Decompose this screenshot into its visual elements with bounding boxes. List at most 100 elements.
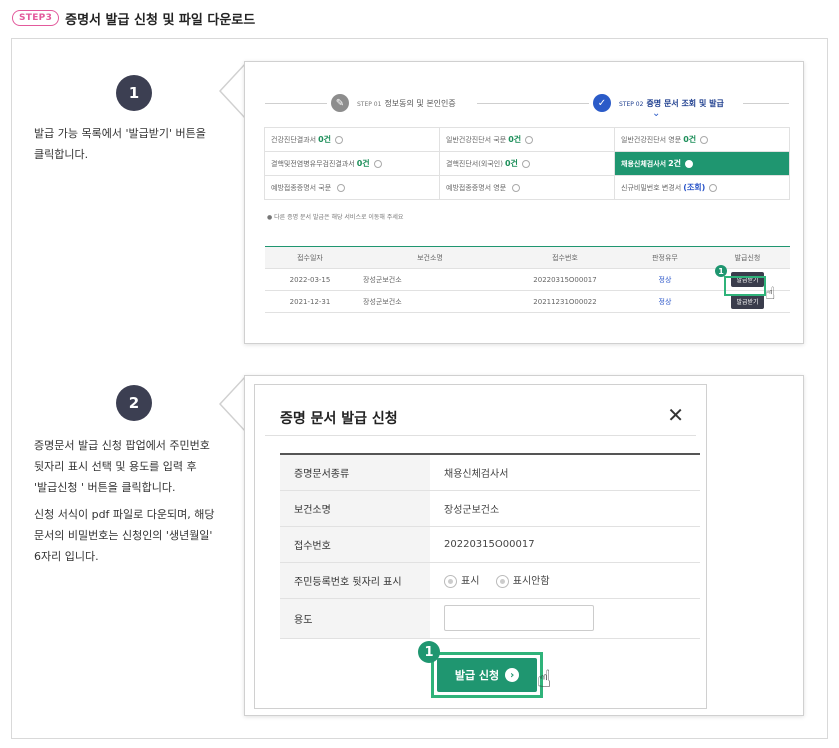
judgment-status: 정상: [625, 290, 705, 313]
certificate-count: (조회): [683, 183, 706, 192]
step-badge: STEP3: [12, 10, 60, 26]
column-header: 판정유무: [625, 246, 705, 269]
certificate-item[interactable]: 신규비밀번호 변경서 (조회): [614, 175, 790, 200]
certificate-count: 0건: [683, 135, 697, 144]
issue-modal-screenshot: 증명 문서 발급 신청 ✕ 증명문서종류 채용신체검사서 보건소명 장성군보건소…: [244, 375, 804, 716]
step2-description-line: 증명문서 발급 신청 팝업에서 주민번호: [34, 439, 210, 452]
receipt-number: 20220315O00017: [505, 268, 625, 291]
radio-hide-label: 표시안함: [512, 576, 550, 588]
progress-line: [265, 103, 327, 104]
rrn-label: 주민등록번호 뒷자리 표시: [280, 562, 430, 598]
column-header: 접수번호: [505, 246, 625, 269]
pointer-hand-icon: ☝: [765, 284, 776, 304]
radio-hide[interactable]: [495, 574, 509, 588]
certificate-name: 결핵및전염병유무검진결과서: [271, 159, 355, 168]
purpose-cell: [430, 598, 700, 638]
column-header: 접수일자: [265, 246, 355, 269]
check-icon: [709, 183, 718, 192]
check-icon: [337, 183, 346, 192]
certificate-name: 건강진단결과서: [271, 135, 317, 144]
certificate-name: 일반건강진단서 국문: [446, 135, 507, 144]
form-row: 보건소명 장성군보건소: [280, 490, 700, 526]
step-01-label: STEP 01 정보동의 및 본인인증: [357, 98, 456, 109]
step-number-2: 2: [116, 385, 152, 421]
callout-badge: 1: [418, 641, 440, 663]
certificate-item-selected[interactable]: 채용신체검사서 2건: [614, 151, 790, 176]
chevron-down-icon: ⌄: [652, 108, 661, 119]
certificate-item[interactable]: 건강진단결과서 0건: [264, 127, 440, 152]
certificate-list-screenshot: ✎ STEP 01 정보동의 및 본인인증 ✓ STEP 02 증명 문서 조회 및…: [244, 61, 804, 344]
step-name: 증명 문서 조회 및 발급: [646, 99, 724, 108]
apply-button-highlight: 발급 신청 ›: [431, 652, 543, 698]
certificate-count: 0건: [318, 135, 332, 144]
step1-description: 발급 가능 목록에서 '발급받기' 버튼을 클릭합니다.: [34, 123, 206, 165]
purpose-label: 용도: [280, 598, 430, 638]
check-icon: [685, 159, 694, 168]
step1-description-line: 발급 가능 목록에서 '발급받기' 버튼을: [34, 127, 206, 140]
info-note: ● 다른 증명 문서 발급은 해당 서비스로 이동해 주세요: [267, 214, 404, 221]
form-row: 접수번호 20220315O00017: [280, 526, 700, 562]
certificate-item[interactable]: 예방접종증명서 영문: [439, 175, 615, 200]
judgment-status: 정상: [625, 268, 705, 291]
purpose-input[interactable]: [444, 605, 594, 631]
guide-container: 1 발급 가능 목록에서 '발급받기' 버튼을 클릭합니다. ✎ STEP 01…: [11, 38, 828, 739]
issue-modal: 증명 문서 발급 신청 ✕ 증명문서종류 채용신체검사서 보건소명 장성군보건소…: [254, 384, 707, 709]
certificate-count: 0건: [508, 135, 522, 144]
certificate-name: 예방접종증명서 국문: [271, 183, 332, 192]
form-row: 주민등록번호 뒷자리 표시 표시 표시안함: [280, 562, 700, 598]
step-02-label: STEP 02 증명 문서 조회 및 발급: [619, 98, 724, 109]
divider: [265, 435, 696, 436]
certificate-count: 2건: [668, 159, 682, 168]
certificate-name: 결핵진단서(외국인): [446, 159, 503, 168]
apply-button[interactable]: 발급 신청 ›: [437, 658, 537, 692]
check-circle-icon: ✓: [593, 94, 611, 112]
download-button[interactable]: 발급받기: [731, 294, 764, 309]
check-icon: [373, 159, 382, 168]
table-header-row: 접수일자 보건소명 접수번호 판정유무 발급신청: [265, 246, 790, 269]
step1-description-line: 클릭합니다.: [34, 148, 89, 161]
callout-pointer: [221, 64, 246, 118]
check-icon: [335, 135, 344, 144]
step2-description-line: 문서의 비밀번호는 신청인의 '생년월일': [34, 529, 213, 542]
issue-form-table: 증명문서종류 채용신체검사서 보건소명 장성군보건소 접수번호 20220315…: [280, 453, 700, 639]
close-icon[interactable]: ✕: [667, 403, 684, 427]
step2-description-line: 신청 서식이 pdf 파일로 다운되며, 해당: [34, 508, 215, 521]
arrow-right-icon: ›: [505, 668, 520, 682]
receipt-date: 2021-12-31: [265, 290, 355, 313]
field-label: 보건소명: [280, 490, 430, 526]
callout-badge: 1: [715, 265, 727, 277]
modal-title: 증명 문서 발급 신청: [280, 411, 398, 427]
certificate-name: 일반건강진단서 영문: [621, 135, 682, 144]
section-header: STEP3 증명서 발급 신청 및 파일 다운로드: [12, 8, 255, 28]
progress-line: [743, 103, 789, 104]
certificate-item[interactable]: 일반건강진단서 영문 0건: [614, 127, 790, 152]
receipt-date: 2022-03-15: [265, 268, 355, 291]
pointer-hand-icon: ☝: [537, 665, 552, 693]
radio-show[interactable]: [444, 574, 457, 588]
receipt-number: 20211231O00022: [505, 290, 625, 313]
step-name: 정보동의 및 본인인증: [384, 99, 456, 108]
step2-description-line: 뒷자리 표시 선택 및 용도를 입력 후: [34, 460, 197, 473]
certificate-item[interactable]: 예방접종증명서 국문: [264, 175, 440, 200]
section-title: 증명서 발급 신청 및 파일 다운로드: [65, 12, 256, 28]
receipt-table: 접수일자 보건소명 접수번호 판정유무 발급신청 2022-03-15 장성군보…: [265, 246, 790, 313]
form-row: 증명문서종류 채용신체검사서: [280, 454, 700, 490]
step-tag: STEP 01: [357, 101, 382, 108]
certificate-item[interactable]: 결핵진단서(외국인) 0건: [439, 151, 615, 176]
check-icon: [700, 135, 709, 144]
certificate-name: 신규비밀번호 변경서: [621, 183, 682, 192]
certificate-item[interactable]: 일반건강진단서 국문 0건: [439, 127, 615, 152]
step-number-1: 1: [116, 75, 152, 111]
certificate-item[interactable]: 결핵및전염병유무검진결과서 0건: [264, 151, 440, 176]
step2-description: 증명문서 발급 신청 팝업에서 주민번호 뒷자리 표시 선택 및 용도를 입력 …: [34, 435, 215, 567]
highlight-box: [724, 276, 766, 296]
certificate-grid: 건강진단결과서 0건 일반건강진단서 국문 0건 일반건강진단서 영문 0건 결핵및전…: [264, 127, 790, 200]
table-row: 2021-12-31 장성군보건소 20211231O00022 정상 발급받기: [265, 290, 790, 313]
certificate-count: 0건: [504, 159, 518, 168]
check-icon: [512, 183, 521, 192]
form-row: 용도: [280, 598, 700, 638]
edit-icon: ✎: [331, 94, 349, 112]
step2-description-line: '발급신청 ' 버튼을 클릭합니다.: [34, 481, 176, 494]
table-row: 2022-03-15 장성군보건소 20220315O00017 정상 발급받기: [265, 268, 790, 291]
field-label: 증명문서종류: [280, 454, 430, 490]
